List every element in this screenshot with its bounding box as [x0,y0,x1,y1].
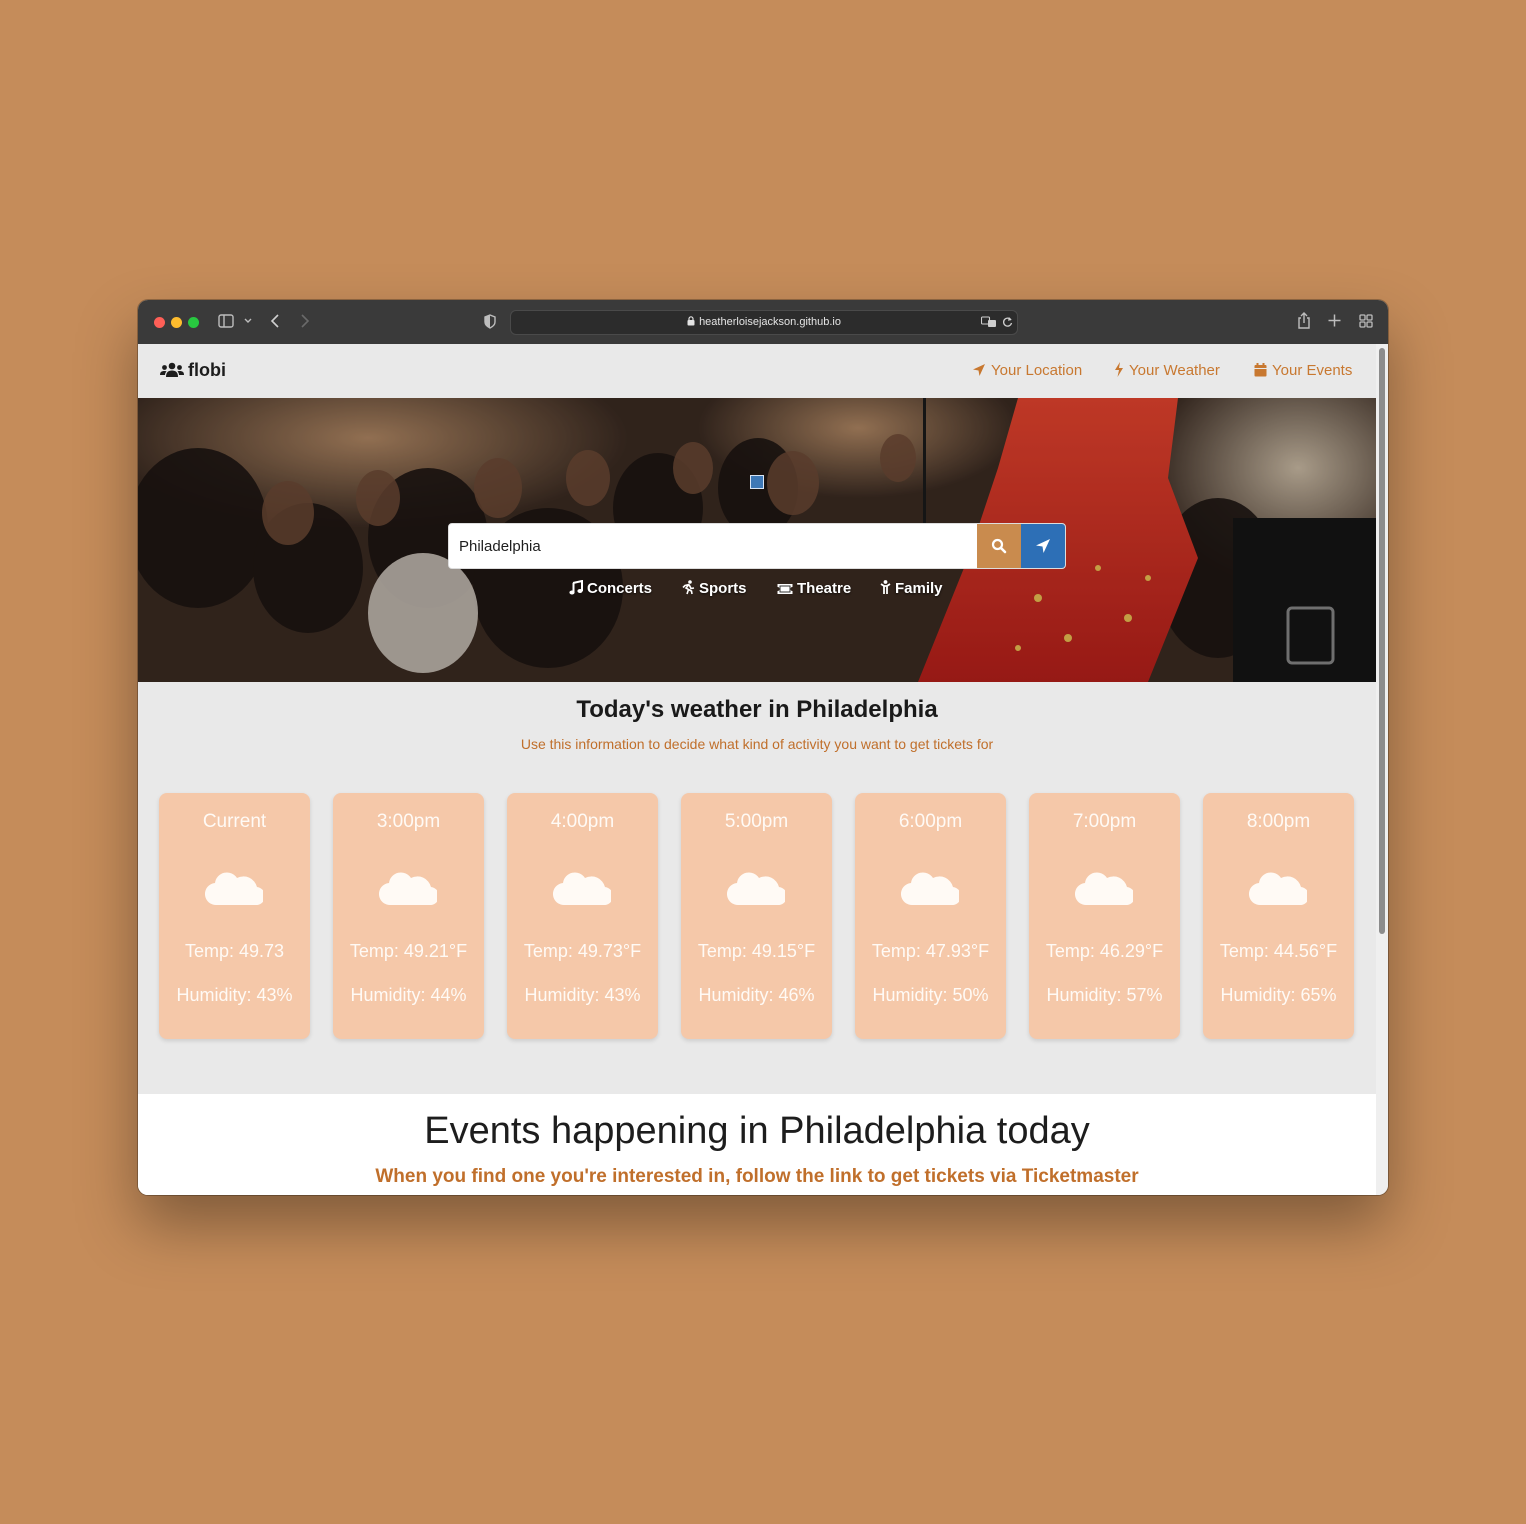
minimize-window-button[interactable] [171,317,182,328]
forecast-temp: Temp: 46.29°F [1045,941,1164,961]
ticket-icon [777,584,793,594]
nav-label: Your Weather [1129,362,1220,379]
reload-icon[interactable] [1002,316,1013,328]
weather-card-5pm: 5:00pm Temp: 49.15°F Humidity: 46% [681,793,832,1039]
category-label: Concerts [587,580,653,597]
translate-icon[interactable] [981,316,997,328]
forecast-temp: Temp: 49.15°F [697,941,816,961]
broken-image-icon [750,475,764,489]
forecast-humidity: Humidity: 44% [350,985,467,1005]
forecast-time: 4:00pm [550,811,615,832]
cloud-icon [379,872,437,906]
cloud-icon [901,872,959,906]
category-label: Sports [699,580,747,597]
bolt-icon [1115,362,1123,377]
url-text: heatherloisejackson.github.io [511,316,1017,328]
browser-window: heatherloisejackson.github.io flobi Your… [138,300,1388,1195]
forecast-time: 7:00pm [1072,811,1137,832]
forecast-time: 5:00pm [724,811,789,832]
forecast-humidity: Humidity: 46% [698,985,815,1005]
category-family[interactable]: Family [880,580,943,597]
nav-label: Your Events [1272,362,1353,379]
events-subtitle: When you find one you're interested in, … [375,1166,1139,1187]
child-icon [880,580,891,594]
cloud-icon [553,872,611,906]
nav-your-weather[interactable]: Your Weather [1114,362,1220,379]
forecast-time: 3:00pm [376,811,441,832]
lock-icon [687,316,695,326]
weather-card-8pm: 8:00pm Temp: 44.56°F Humidity: 65% [1203,793,1354,1039]
forecast-time: Current [202,811,267,832]
zoom-window-button[interactable] [188,317,199,328]
nav-your-location[interactable]: Your Location [972,362,1082,379]
browser-titlebar: heatherloisejackson.github.io [138,300,1388,344]
close-window-button[interactable] [154,317,165,328]
hero-banner: Concerts Sports Theatre Family [138,398,1376,682]
forecast-temp: Temp: 49.73°F [523,941,642,961]
weather-card-6pm: 6:00pm Temp: 47.93°F Humidity: 50% [855,793,1006,1039]
url-label: heatherloisejackson.github.io [699,316,841,328]
cloud-icon [1075,872,1133,906]
music-icon [569,579,583,595]
address-bar[interactable]: heatherloisejackson.github.io [510,310,1018,335]
site-navbar: flobi Your Location Your Weather Your Ev [138,344,1376,398]
cloud-icon [727,872,785,906]
location-arrow-icon [973,364,985,376]
web-page: flobi Your Location Your Weather Your Ev [138,344,1376,1195]
weather-card-4pm: 4:00pm Temp: 49.73°F Humidity: 43% [507,793,658,1039]
search-icon [991,538,1007,554]
forecast-time: 8:00pm [1246,811,1311,832]
forecast-temp: Temp: 49.73 [184,941,285,961]
events-section: Events happening in Philadelphia today W… [138,1094,1376,1195]
brand-name: flobi [188,360,226,380]
weather-card-3pm: 3:00pm Temp: 49.21°F Humidity: 44% [333,793,484,1039]
forward-icon[interactable] [300,314,310,328]
forecast-humidity: Humidity: 50% [872,985,989,1005]
forecast-humidity: Humidity: 43% [524,985,641,1005]
nav-label: Your Location [991,362,1083,379]
use-my-location-button[interactable] [1021,524,1065,568]
forecast-humidity: Humidity: 57% [1046,985,1163,1005]
weather-subtitle: Use this information to decide what kind… [520,736,994,752]
sidebar-toggle-icon[interactable] [218,314,234,328]
category-concerts[interactable]: Concerts [569,579,653,597]
events-title: Events happening in Philadelphia today [424,1110,1090,1152]
forecast-time: 6:00pm [898,811,963,832]
forecast-temp: Temp: 47.93°F [871,941,990,961]
forecast-humidity: Humidity: 65% [1220,985,1337,1005]
forecast-temp: Temp: 44.56°F [1219,941,1338,961]
weather-card-current: Current Temp: 49.73 Humidity: 43% [159,793,310,1039]
cloud-icon [205,872,263,906]
running-icon [682,580,695,595]
tab-overview-icon[interactable] [1359,314,1373,328]
weather-title: Today's weather in Philadelphia [576,696,938,723]
back-icon[interactable] [270,314,280,328]
scrollbar-thumb[interactable] [1379,348,1385,934]
category-sports[interactable]: Sports [682,580,747,597]
nav-your-events[interactable]: Your Events [1254,362,1352,379]
weather-card-7pm: 7:00pm Temp: 46.29°F Humidity: 57% [1029,793,1180,1039]
location-arrow-icon [1036,539,1050,553]
new-tab-icon[interactable] [1328,314,1341,327]
cloud-icon [1249,872,1307,906]
chevron-down-icon[interactable] [244,318,252,324]
brand-logo[interactable]: flobi [160,360,226,381]
category-theatre[interactable]: Theatre [777,580,851,597]
privacy-shield-icon[interactable] [484,314,496,329]
category-label: Family [895,580,943,597]
page-scrollbar[interactable] [1376,344,1388,1195]
forecast-temp: Temp: 49.21°F [349,941,468,961]
share-icon[interactable] [1297,312,1311,329]
calendar-icon [1254,363,1267,377]
city-search-bar [448,523,1066,569]
city-search-input[interactable] [449,524,977,568]
forecast-humidity: Humidity: 43% [176,985,293,1005]
category-label: Theatre [797,580,852,597]
users-icon [160,362,184,377]
search-button[interactable] [977,524,1021,568]
